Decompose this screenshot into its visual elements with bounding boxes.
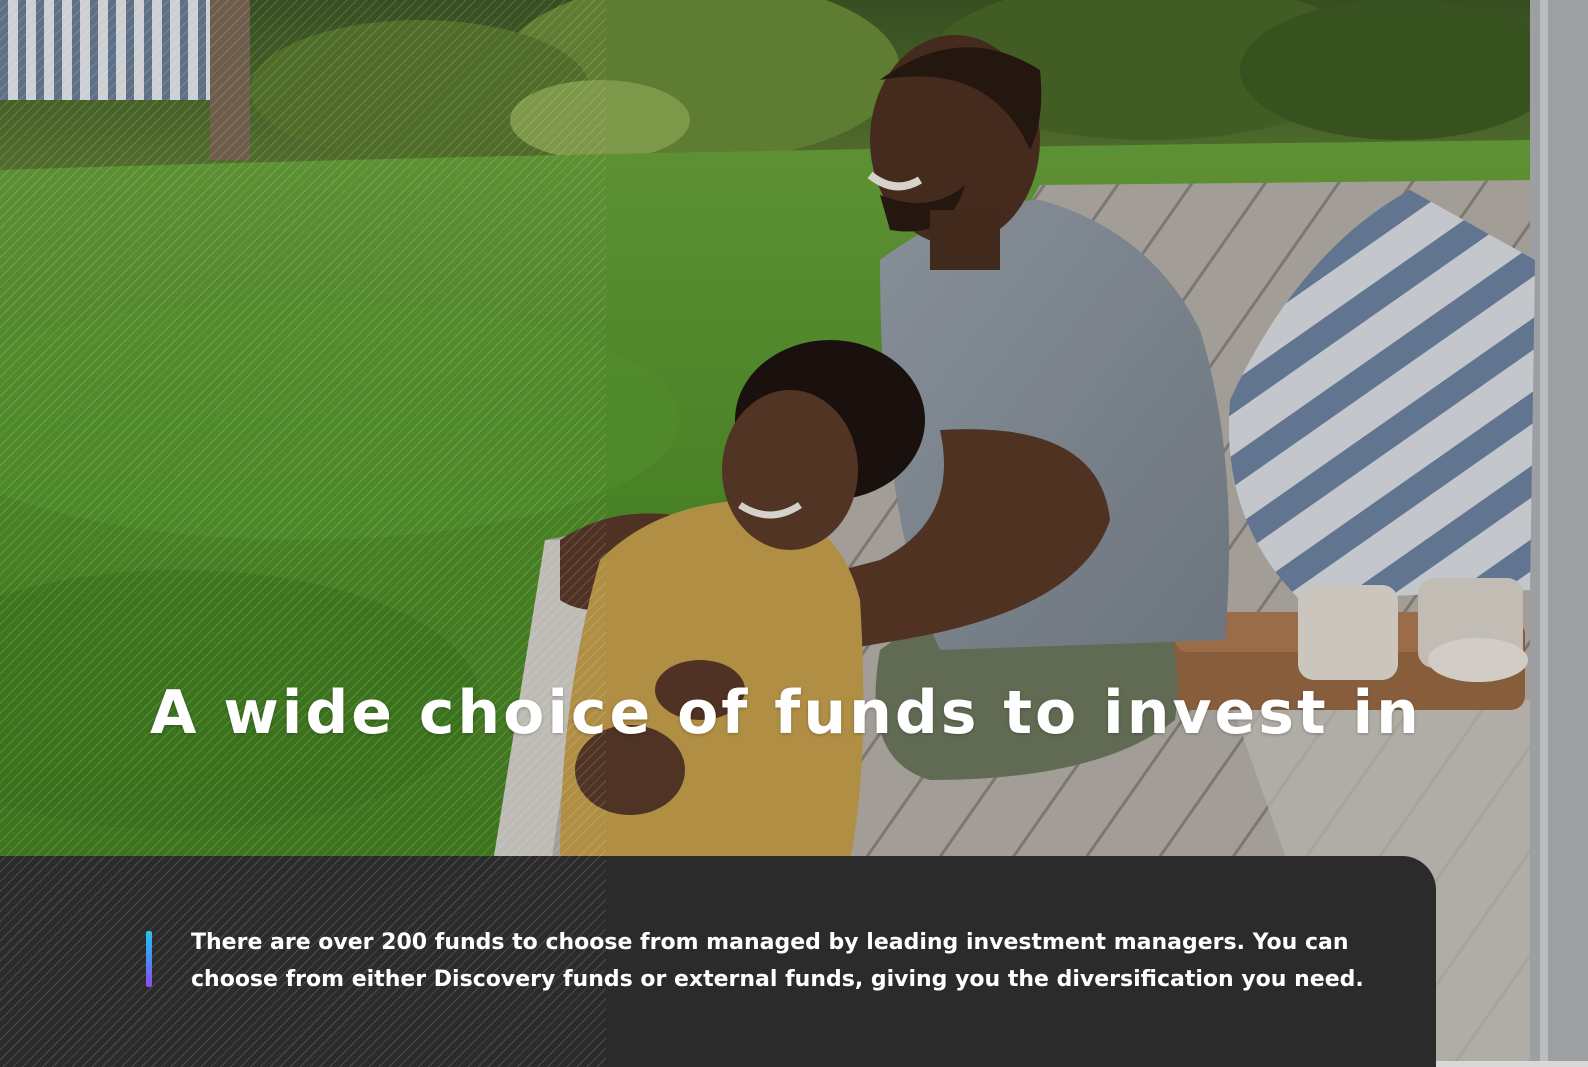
accent-bar-icon bbox=[146, 931, 152, 987]
page: A wide choice of funds to invest in Ther… bbox=[0, 0, 1588, 1067]
info-description: There are over 200 funds to choose from … bbox=[191, 930, 1364, 992]
hero-headline: A wide choice of funds to invest in bbox=[150, 678, 1422, 748]
